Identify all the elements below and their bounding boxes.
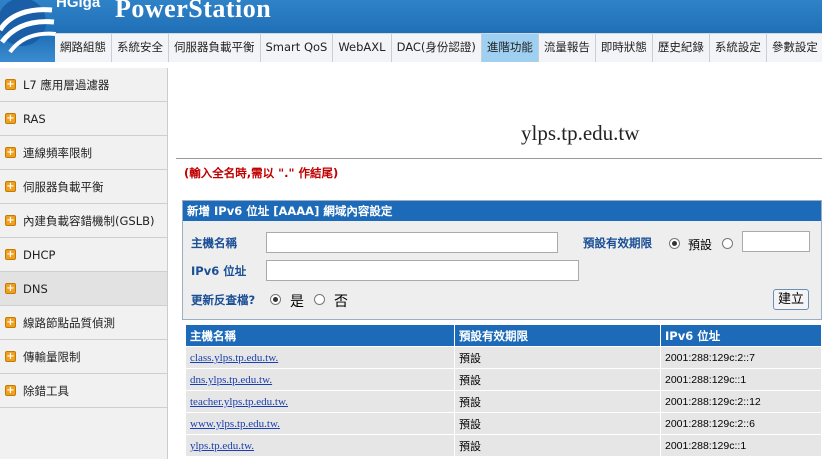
host-link[interactable]: class.ylps.tp.edu.tw. [190, 352, 278, 364]
nav-tab-0[interactable]: 網路組態 [55, 34, 112, 62]
sidebar-item-1[interactable]: + RAS [0, 102, 167, 136]
ipv6-label: IPv6 位址 [191, 264, 247, 278]
host-cell: class.ylps.tp.edu.tw. [185, 346, 455, 369]
table-row: ylps.tp.edu.tw. 預設 2001:288:129c::1 [185, 434, 822, 457]
input-note: (輸入全名時,需以 "." 作結尾) [184, 166, 339, 180]
hgiga-logo-icon [0, 0, 56, 54]
table-row: dns.ylps.tp.edu.tw. 預設 2001:288:129c::1 [185, 368, 822, 391]
sidebar-item-4[interactable]: + 內建負載容錯機制(GSLB) [0, 204, 167, 238]
sidebar-item-label: 內建負載容錯機制(GSLB) [23, 213, 155, 228]
host-cell: www.ylps.tp.edu.tw. [185, 412, 455, 435]
sidebar-item-6[interactable]: + DNS [0, 272, 167, 306]
ttl-cell: 預設 [454, 412, 661, 435]
sidebar-item-label: L7 應用層過濾器 [23, 77, 110, 92]
table-row: www.ylps.tp.edu.tw. 預設 2001:288:129c:2::6 [185, 412, 822, 435]
host-link[interactable]: dns.ylps.tp.edu.tw. [190, 374, 272, 386]
host-cell: ylps.tp.edu.tw. [185, 434, 455, 457]
brand-name-small: HGiga [56, 0, 101, 11]
host-link[interactable]: www.ylps.tp.edu.tw. [190, 418, 280, 430]
sidebar-item-label: DHCP [23, 247, 56, 262]
ipv6-cell: 2001:288:129c:2::12 [660, 390, 822, 413]
reverse-no-radio[interactable] [314, 294, 325, 305]
reverse-update-label: 更新反查檔? [191, 293, 256, 307]
ttl-custom-radio[interactable] [722, 238, 733, 249]
table-header-row: 主機名稱 預設有效期限 IPv6 位址 [185, 324, 822, 347]
form-title: 新增 IPv6 位址 [AAAA] 網域內容設定 [183, 201, 821, 221]
nav-tab-11[interactable]: 參數設定 [767, 34, 822, 62]
sidebar-item-3[interactable]: + 伺服器負載平衡 [0, 170, 167, 204]
sidebar-item-label: 除錯工具 [23, 383, 69, 398]
ttl-cell: 預設 [454, 346, 661, 369]
ipv6-cell: 2001:288:129c:2::7 [660, 346, 822, 369]
expand-plus-icon: + [5, 317, 16, 328]
sidebar-item-5[interactable]: + DHCP [0, 238, 167, 272]
nav-tab-8[interactable]: 即時狀態 [596, 34, 653, 62]
aaaa-records-table: 主機名稱 預設有效期限 IPv6 位址 class.ylps.tp.edu.tw… [185, 324, 822, 457]
expand-plus-icon: + [5, 79, 16, 90]
nav-tab-6[interactable]: 進階功能 [481, 34, 539, 62]
domain-title: ylps.tp.edu.tw [521, 121, 640, 145]
sidebar-item-0[interactable]: + L7 應用層過濾器 [0, 68, 167, 102]
sidebar-item-label: 傳輸量限制 [23, 349, 81, 364]
expand-plus-icon: + [5, 385, 16, 396]
table-row: teacher.ylps.tp.edu.tw. 預設 2001:288:129c:2… [185, 390, 822, 413]
ipv6-input[interactable] [266, 260, 579, 281]
col-ttl: 預設有效期限 [454, 324, 661, 347]
ipv6-cell: 2001:288:129c::1 [660, 434, 822, 457]
host-link[interactable]: teacher.ylps.tp.edu.tw. [190, 396, 288, 408]
sidebar-item-label: 伺服器負載平衡 [23, 179, 104, 194]
table-row: class.ylps.tp.edu.tw. 預設 2001:288:129c:2::… [185, 346, 822, 369]
host-name-label: 主機名稱 [191, 236, 237, 250]
sidebar-item-label: DNS [23, 281, 48, 296]
sidebar-menu: + L7 應用層過濾器 + RAS + 連線頻率限制 + 伺服器負載平衡 + 內建負載容錯機制(G… [0, 68, 168, 459]
create-button[interactable]: 建立 [773, 289, 809, 310]
reverse-no-label: 否 [334, 294, 348, 310]
nav-tab-10[interactable]: 系統設定 [710, 34, 767, 62]
sidebar-item-8[interactable]: + 傳輸量限制 [0, 340, 167, 374]
expand-plus-icon: + [5, 147, 16, 158]
expand-plus-icon: + [5, 113, 16, 124]
sidebar-item-label: 連線頻率限制 [23, 145, 92, 160]
expand-plus-icon: + [5, 249, 16, 260]
sidebar-item-7[interactable]: + 線路節點品質偵測 [0, 306, 167, 340]
ipv6-cell: 2001:288:129c::1 [660, 368, 822, 391]
ttl-cell: 預設 [454, 368, 661, 391]
reverse-yes-radio[interactable] [270, 294, 281, 305]
host-name-input[interactable] [266, 232, 558, 253]
col-ipv6: IPv6 位址 [660, 324, 822, 347]
sidebar-item-9[interactable]: + 除錯工具 [0, 374, 167, 408]
sidebar-item-2[interactable]: + 連線頻率限制 [0, 136, 167, 170]
nav-tab-2[interactable]: 伺服器負載平衡 [169, 34, 261, 62]
host-link[interactable]: ylps.tp.edu.tw. [190, 440, 254, 452]
top-nav: 網路組態 系統安全 伺服器負載平衡 Smart QoS WebAXL DAC(身份認證) 進… [55, 33, 822, 62]
host-cell: teacher.ylps.tp.edu.tw. [185, 390, 455, 413]
nav-tab-1[interactable]: 系統安全 [112, 34, 169, 62]
expand-plus-icon: + [5, 351, 16, 362]
title-divider [176, 158, 822, 159]
col-host-name: 主機名稱 [185, 324, 455, 347]
reverse-yes-label: 是 [290, 294, 304, 310]
nav-tab-7[interactable]: 流量報告 [539, 34, 596, 62]
host-cell: dns.ylps.tp.edu.tw. [185, 368, 455, 391]
nav-tab-5[interactable]: DAC(身份認證) [392, 34, 482, 62]
ttl-cell: 預設 [454, 434, 661, 457]
ttl-custom-input[interactable] [742, 231, 810, 252]
nav-tab-4[interactable]: WebAXL [333, 34, 392, 62]
sidebar-item-label: RAS [23, 111, 46, 126]
expand-plus-icon: + [5, 283, 16, 294]
ttl-default-label: 預設 [688, 238, 713, 252]
nav-tab-3[interactable]: Smart QoS [261, 34, 334, 62]
expand-plus-icon: + [5, 181, 16, 192]
ttl-label: 預設有效期限 [583, 236, 652, 250]
ttl-cell: 預設 [454, 390, 661, 413]
expand-plus-icon: + [5, 215, 16, 226]
app-header: HGiga PowerStation 網路組態 系統安全 伺服器負載平衡 Smart … [0, 0, 822, 62]
ttl-default-radio[interactable] [669, 238, 680, 249]
brand-name-product: PowerStation [115, 0, 272, 23]
ipv6-cell: 2001:288:129c:2::6 [660, 412, 822, 435]
sidebar-item-label: 線路節點品質偵測 [23, 315, 115, 330]
nav-tab-9[interactable]: 歷史紀錄 [653, 34, 710, 62]
